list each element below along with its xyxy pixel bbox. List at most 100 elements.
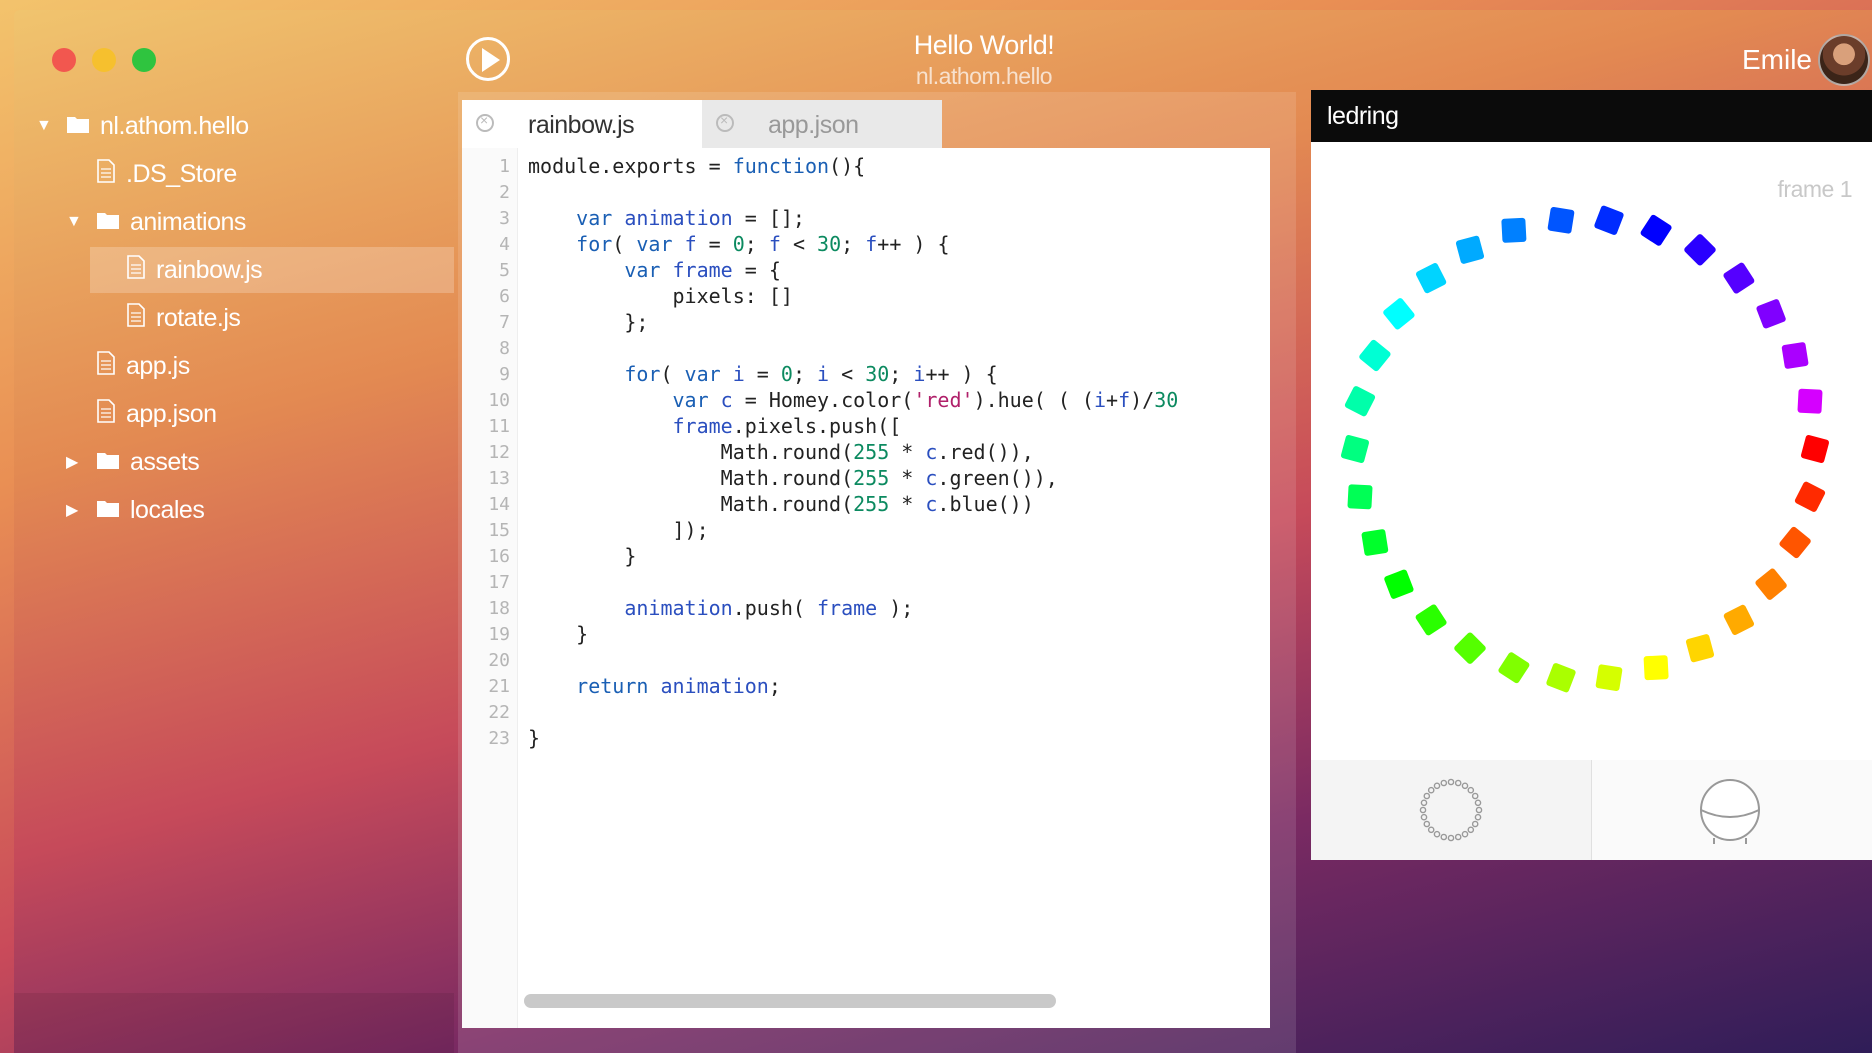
line-number: 16 (488, 546, 510, 567)
mini-led-dot (1433, 782, 1441, 790)
sidebar-item-label: nl.athom.hello (100, 111, 249, 140)
app-title: Hello World! (913, 30, 1055, 60)
line-number: 20 (488, 650, 510, 671)
folder-icon (96, 448, 120, 477)
file-icon (126, 254, 146, 286)
led-pixel (1800, 434, 1830, 464)
led-pixel (1344, 386, 1376, 417)
sidebar-item-label: locales (130, 495, 205, 524)
collapsed-arrow-icon[interactable]: ▶ (66, 500, 86, 520)
expanded-arrow-icon[interactable]: ▼ (36, 117, 56, 135)
sidebar-item-app-js[interactable]: app.js (14, 343, 454, 389)
sidebar-item-ds-store[interactable]: .DS_Store (14, 151, 454, 197)
close-tab-icon[interactable] (716, 112, 734, 132)
sidebar-item-label: app.json (126, 399, 217, 428)
mini-led-dot (1427, 786, 1435, 794)
sidebar-item-label: rainbow.js (156, 255, 263, 284)
line-number: 13 (488, 468, 510, 489)
line-number: 4 (499, 234, 510, 255)
sidebar-item-rainbow-js[interactable]: rainbow.js (90, 247, 454, 293)
led-pixel (1455, 235, 1485, 264)
sidebar-item-nl-athom-hello[interactable]: ▼ nl.athom.hello (14, 103, 454, 149)
run-button[interactable] (466, 37, 510, 81)
led-pixel (1498, 652, 1530, 684)
line-number: 10 (488, 390, 510, 411)
mini-led-dot (1471, 792, 1479, 800)
sidebar-item-animations[interactable]: ▼ animations (14, 199, 454, 245)
sidebar-item-label: .DS_Store (126, 159, 237, 188)
led-pixel (1723, 262, 1755, 294)
mini-led-dot (1461, 782, 1469, 790)
line-number: 19 (488, 624, 510, 645)
line-number: 23 (488, 728, 510, 749)
mini-led-dot (1467, 786, 1475, 794)
maximize-window-button[interactable] (132, 48, 156, 72)
code-editor[interactable]: 1 2 3 4 5 6 7 8 9 10 11 12 13 14 15 16 17 18 19 20 21 22 23 mo… (462, 148, 1270, 1028)
line-number: 6 (499, 286, 510, 307)
mini-led-dot (1420, 813, 1428, 821)
led-ring-view-button[interactable] (1311, 760, 1591, 860)
code-line: module.exports = function(){ (528, 154, 866, 178)
led-pixel (1415, 604, 1447, 636)
collapsed-arrow-icon[interactable]: ▶ (66, 452, 86, 472)
mini-led-dot (1419, 806, 1427, 814)
mini-led-dot (1474, 799, 1482, 807)
code-line: Math.round(255 * c.green()), (528, 466, 1058, 490)
mini-led-dot (1433, 830, 1441, 838)
led-pixel (1640, 214, 1672, 246)
tab-rainbow-js[interactable]: rainbow.js (462, 100, 702, 148)
horizontal-scrollbar[interactable] (524, 994, 1056, 1008)
sidebar-item-assets[interactable]: ▶ assets (14, 439, 454, 485)
line-number: 22 (488, 702, 510, 723)
led-pixel (1359, 339, 1391, 372)
line-number: 7 (499, 312, 510, 333)
app-id-subtitle: nl.athom.hello (915, 63, 1053, 89)
led-pixel (1595, 664, 1623, 691)
led-pixel (1685, 634, 1715, 663)
led-pixel (1454, 632, 1486, 664)
mini-led-dot (1447, 778, 1455, 786)
sidebar-item-label: animations (130, 207, 246, 236)
avatar[interactable] (1818, 34, 1870, 86)
line-number-gutter: 1 2 3 4 5 6 7 8 9 10 11 12 13 14 15 16 17 18 19 20 21 22 23 (462, 148, 518, 1028)
line-number: 17 (488, 572, 510, 593)
line-number: 9 (499, 364, 510, 385)
sidebar-item-locales[interactable]: ▶ locales (14, 487, 454, 533)
mini-led-dot (1471, 820, 1479, 828)
sidebar-item-rotate-js[interactable]: rotate.js (14, 295, 454, 341)
code-line: Math.round(255 * c.red()), (528, 440, 1034, 464)
file-icon (96, 158, 116, 190)
close-tab-icon[interactable] (476, 112, 494, 132)
line-number: 1 (499, 156, 510, 177)
line-number: 21 (488, 676, 510, 697)
device-view-button[interactable] (1591, 760, 1872, 860)
homey-device-icon (1700, 779, 1760, 844)
window-title-block: Hello World! nl.athom.hello (834, 30, 1134, 90)
led-pixel (1384, 569, 1414, 599)
line-number: 12 (488, 442, 510, 463)
line-number: 8 (499, 338, 510, 359)
line-number: 14 (488, 494, 510, 515)
user-name[interactable]: Emile (1742, 44, 1812, 76)
close-window-button[interactable] (52, 48, 76, 72)
sidebar-footer (14, 993, 454, 1053)
folder-icon (66, 112, 90, 141)
led-pixel (1594, 205, 1624, 235)
led-pixel (1347, 484, 1373, 510)
led-pixel (1756, 299, 1786, 329)
led-pixel (1501, 217, 1527, 243)
code-line: }; (528, 310, 649, 334)
mini-led-dot (1475, 806, 1483, 814)
expanded-arrow-icon[interactable]: ▼ (66, 213, 86, 231)
preview-header: ledring (1311, 90, 1872, 142)
line-number: 11 (488, 416, 510, 437)
mini-led-dot (1423, 792, 1431, 800)
tab-app-json[interactable]: app.json (702, 100, 942, 148)
mini-led-dot (1427, 826, 1435, 834)
led-pixel (1755, 568, 1787, 600)
sidebar-item-app-json[interactable]: app.json (14, 391, 454, 437)
led-pixel (1547, 207, 1575, 234)
preview-canvas: frame 1 (1311, 142, 1872, 760)
led-pixel (1723, 604, 1755, 636)
minimize-window-button[interactable] (92, 48, 116, 72)
